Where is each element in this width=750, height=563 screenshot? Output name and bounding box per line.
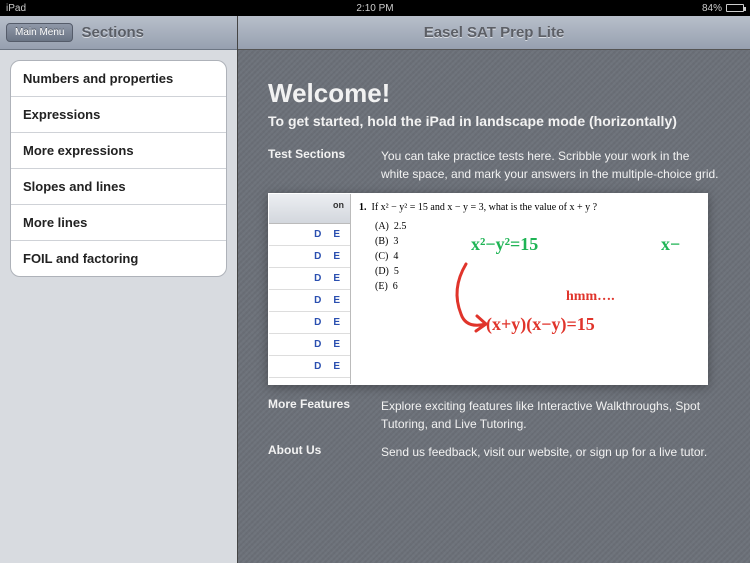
battery-percent: 84%	[702, 3, 722, 14]
welcome-heading: Welcome!	[268, 78, 720, 109]
list-item[interactable]: Expressions	[11, 97, 226, 133]
list-item[interactable]: FOIL and factoring	[11, 241, 226, 276]
table-row: DE	[269, 224, 350, 246]
clock: 2:10 PM	[356, 3, 393, 14]
example-screenshot: on DE DE DE DE DE DE DE 1. If x² − y² =	[268, 193, 708, 385]
table-row: DE	[269, 356, 350, 378]
test-sections-desc: You can take practice tests here. Scribb…	[381, 147, 720, 183]
list-item[interactable]: More lines	[11, 205, 226, 241]
main-panel: Easel SAT Prep Lite Welcome! To get star…	[238, 16, 750, 563]
table-row: DE	[269, 334, 350, 356]
sidebar-title: Sections	[81, 24, 144, 41]
list-item[interactable]: More expressions	[11, 133, 226, 169]
carrier-label: iPad	[6, 3, 26, 14]
q-number: 1.	[359, 202, 367, 213]
content-area: Welcome! To get started, hold the iPad i…	[238, 50, 750, 563]
more-features-label: More Features	[268, 397, 363, 433]
app-title: Easel SAT Prep Lite	[424, 24, 565, 41]
table-row: DE	[269, 312, 350, 334]
handwriting-hmm: hmm….	[566, 289, 615, 305]
sections-list: Numbers and properties Expressions More …	[10, 60, 227, 277]
about-us-desc: Send us feedback, visit our website, or …	[381, 443, 720, 461]
test-sections-label: Test Sections	[268, 147, 363, 183]
battery-icon	[726, 4, 744, 12]
main-menu-button[interactable]: Main Menu	[6, 23, 73, 42]
handwriting-eq1b: x−	[661, 234, 680, 255]
list-item[interactable]: Slopes and lines	[11, 169, 226, 205]
handwriting-eq2: (x+y)(x−y)=15	[486, 314, 595, 335]
status-bar: iPad 2:10 PM 84%	[0, 0, 750, 16]
q-text: If x² − y² = 15 and x − y = 3, what is t…	[372, 202, 598, 213]
list-item[interactable]: Numbers and properties	[11, 61, 226, 97]
table-row: DE	[269, 290, 350, 312]
handwriting-eq1: x²−y²=15	[471, 234, 538, 255]
subheading: To get started, hold the iPad in landsca…	[268, 113, 720, 129]
answer-grid-header: on	[269, 194, 350, 224]
question-area: 1. If x² − y² = 15 and x − y = 3, what i…	[351, 194, 707, 384]
main-toolbar: Easel SAT Prep Lite	[238, 16, 750, 50]
more-features-desc: Explore exciting features like Interacti…	[381, 397, 720, 433]
table-row: DE	[269, 268, 350, 290]
sidebar-toolbar: Main Menu Sections	[0, 16, 237, 50]
table-row: DE	[269, 246, 350, 268]
about-us-label: About Us	[268, 443, 363, 461]
answer-choices: (A) 2.5 (B) 3 (C) 4 (D) 5 (E) 6	[375, 219, 699, 294]
answer-grid: on DE DE DE DE DE DE DE	[269, 194, 351, 384]
sidebar: Main Menu Sections Numbers and propertie…	[0, 16, 238, 563]
